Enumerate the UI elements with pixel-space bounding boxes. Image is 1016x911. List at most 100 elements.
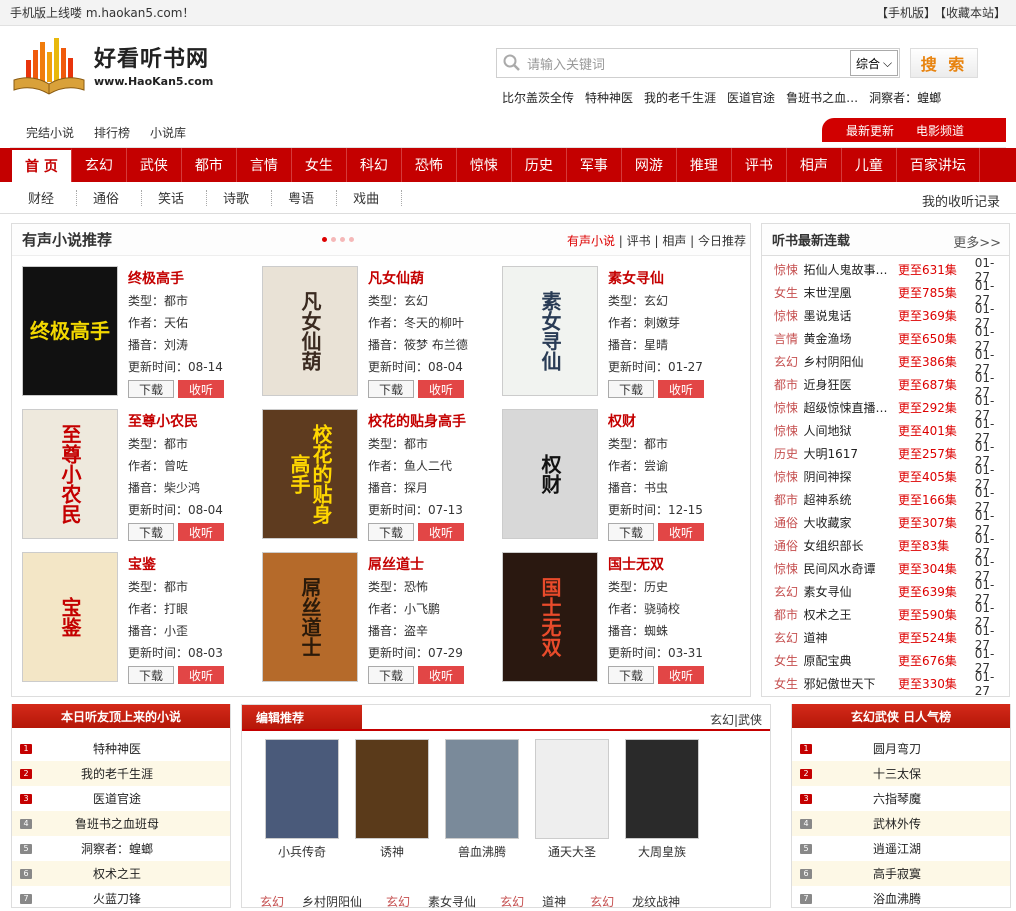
rank-name[interactable]: 浴血沸腾 (812, 890, 982, 907)
rank-name[interactable]: 权术之王 (32, 865, 202, 882)
serial-genre[interactable]: 女生 (774, 652, 804, 669)
rank-name[interactable]: 医道官途 (32, 790, 202, 807)
serial-genre[interactable]: 玄幻 (774, 583, 804, 600)
editor-link-name[interactable]: 龙纹战神 (632, 893, 680, 910)
serial-row[interactable]: 惊悚 拓仙人鬼故事… 更至631集 01-27 (762, 256, 1009, 284)
bookmark-link[interactable]: 【收藏本站】 (940, 6, 1006, 20)
rank-item[interactable]: 6 高手寂寞 (792, 861, 1010, 886)
category-item[interactable]: 笑话 (142, 189, 208, 207)
listen-button[interactable]: 收听 (178, 666, 224, 684)
serial-name[interactable]: 黄金渔场 (804, 330, 898, 347)
book-title[interactable]: 至尊小农民 (128, 411, 223, 433)
editor-link-name[interactable]: 素女寻仙 (428, 893, 476, 910)
editor-book-title[interactable]: 兽血沸腾 (442, 843, 522, 860)
editor-book-cover[interactable] (535, 739, 609, 839)
editor-link-genre[interactable]: 玄幻 (260, 893, 284, 910)
category-item[interactable]: 财经 (12, 189, 78, 207)
editor-link-genre[interactable]: 玄幻 (500, 893, 524, 910)
book-cover[interactable]: 校花的贴身高手 (262, 409, 358, 539)
nav-tab[interactable]: 首 页 (12, 148, 72, 182)
editor-book[interactable]: 诱神 (352, 739, 432, 860)
serial-genre[interactable]: 惊悚 (774, 261, 804, 278)
editor-link-name[interactable]: 乡村阴阳仙 (302, 893, 362, 910)
serial-row[interactable]: 都市 超神系统 更至166集 01-27 (762, 486, 1009, 514)
rank-item[interactable]: 2 十三太保 (792, 761, 1010, 786)
nav-tab[interactable]: 女生 (292, 148, 347, 182)
editor-book-title[interactable]: 大周皇族 (622, 843, 702, 860)
download-button[interactable]: 下载 (608, 666, 654, 684)
listen-button[interactable]: 收听 (658, 523, 704, 541)
listen-button[interactable]: 收听 (658, 666, 704, 684)
serial-row[interactable]: 都市 近身狂医 更至687集 01-27 (762, 371, 1009, 399)
hot-keyword[interactable]: 洞察者：蝗螂 (869, 89, 941, 106)
rank-item[interactable]: 6 权术之王 (12, 861, 230, 886)
rank-item[interactable]: 7 浴血沸腾 (792, 886, 1010, 911)
serial-row[interactable]: 女生 原配宝典 更至676集 01-27 (762, 647, 1009, 675)
serial-row[interactable]: 通俗 女组织部长 更至83集 01-27 (762, 532, 1009, 560)
book-cover[interactable]: 权财 (502, 409, 598, 539)
download-button[interactable]: 下载 (128, 523, 174, 541)
rank-item[interactable]: 3 六指琴魔 (792, 786, 1010, 811)
editor-book-cover[interactable] (625, 739, 699, 839)
listen-button[interactable]: 收听 (178, 380, 224, 398)
rank-item[interactable]: 3 医道官途 (12, 786, 230, 811)
serial-name[interactable]: 大明1617 (804, 445, 898, 462)
book-cover[interactable]: 终极高手 (22, 266, 118, 396)
editor-link-genre[interactable]: 玄幻 (386, 893, 410, 910)
editor-book-cover[interactable] (265, 739, 339, 839)
book-cover[interactable]: 凡女仙葫 (262, 266, 358, 396)
book-title[interactable]: 校花的贴身高手 (368, 411, 466, 433)
listen-button[interactable]: 收听 (658, 380, 704, 398)
nav-tab[interactable]: 相声 (787, 148, 842, 182)
link-audio-novel[interactable]: 有声小说 (567, 234, 615, 248)
nav-tab[interactable]: 评书 (732, 148, 787, 182)
editor-book[interactable]: 小兵传奇 (262, 739, 342, 860)
editor-book-cover[interactable] (355, 739, 429, 839)
hot-keyword[interactable]: 医道官途 (727, 89, 775, 106)
book-cover[interactable]: 国士无双 (502, 552, 598, 682)
serial-row[interactable]: 惊悚 人间地狱 更至401集 01-27 (762, 417, 1009, 445)
mobile-notice[interactable]: 手机版上线喽 m.haokan5.com！ (10, 4, 194, 21)
serial-row[interactable]: 玄幻 道神 更至524集 01-27 (762, 624, 1009, 652)
serial-name[interactable]: 拓仙人鬼故事… (804, 261, 898, 278)
serial-name[interactable]: 近身狂医 (804, 376, 898, 393)
search-input[interactable]: 请输入关键词 综合 ⌵ (496, 48, 900, 78)
category-item[interactable]: 通俗 (77, 189, 143, 207)
serial-name[interactable]: 超级惊悚直播… (804, 399, 898, 416)
serial-genre[interactable]: 都市 (774, 606, 804, 623)
serial-row[interactable]: 都市 权术之王 更至590集 01-27 (762, 601, 1009, 629)
rank-item[interactable]: 7 火蓝刀锋 (12, 886, 230, 911)
listen-button[interactable]: 收听 (418, 666, 464, 684)
book-cover[interactable]: 宝鉴 (22, 552, 118, 682)
rank-name[interactable]: 圆月弯刀 (812, 740, 982, 757)
serial-genre[interactable]: 惊悚 (774, 307, 804, 324)
serial-genre[interactable]: 都市 (774, 491, 804, 508)
sub-nav-right-item[interactable]: 最新更新 (846, 122, 894, 139)
book-title[interactable]: 终极高手 (128, 268, 223, 290)
book-cover[interactable]: 至尊小农民 (22, 409, 118, 539)
nav-tab[interactable]: 惊悚 (457, 148, 512, 182)
serial-name[interactable]: 墨说鬼话 (804, 307, 898, 324)
category-item[interactable]: 粤语 (272, 189, 338, 207)
serial-genre[interactable]: 玄幻 (774, 353, 804, 370)
serial-name[interactable]: 人间地狱 (804, 422, 898, 439)
logo[interactable]: 好看听书网 www.HaoKan5.com (12, 38, 213, 96)
book-cover[interactable]: 屌丝道士 (262, 552, 358, 682)
serial-name[interactable]: 道神 (804, 629, 898, 646)
nav-tab[interactable]: 科幻 (347, 148, 402, 182)
editor-book[interactable]: 大周皇族 (622, 739, 702, 860)
nav-tab[interactable]: 历史 (512, 148, 567, 182)
editor-link-name[interactable]: 道神 (542, 893, 566, 910)
book-cover[interactable]: 素女寻仙 (502, 266, 598, 396)
rank-item[interactable]: 1 特种神医 (12, 736, 230, 761)
serial-genre[interactable]: 玄幻 (774, 629, 804, 646)
search-button[interactable]: 搜 索 (910, 48, 978, 78)
editor-book-cover[interactable] (445, 739, 519, 839)
nav-tab[interactable]: 都市 (182, 148, 237, 182)
rank-name[interactable]: 特种神医 (32, 740, 202, 757)
serial-name[interactable]: 权术之王 (804, 606, 898, 623)
mobile-link[interactable]: 【手机版】 (876, 6, 936, 20)
listen-button[interactable]: 收听 (418, 380, 464, 398)
serial-row[interactable]: 玄幻 乡村阴阳仙 更至386集 01-27 (762, 348, 1009, 376)
editor-tabs[interactable]: 玄幻|武侠 (710, 711, 762, 728)
